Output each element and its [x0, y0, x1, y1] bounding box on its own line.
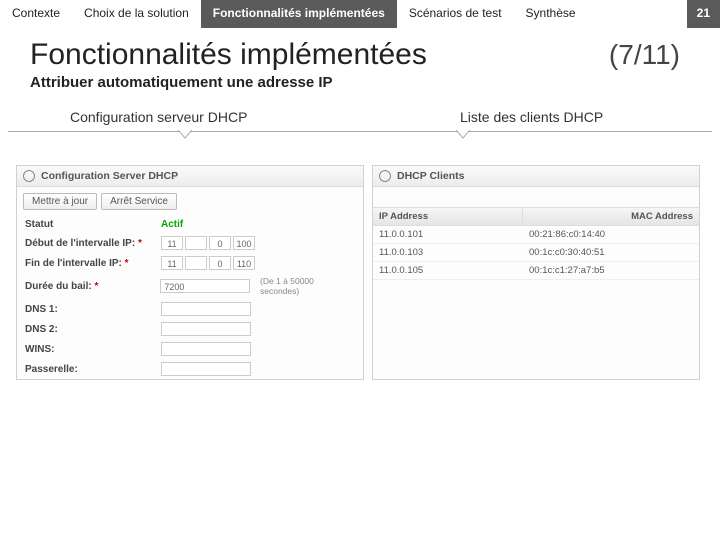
gateway-input[interactable]	[161, 362, 251, 376]
tab-contexte[interactable]: Contexte	[0, 0, 72, 28]
gear-icon	[23, 170, 35, 182]
status-value: Actif	[161, 219, 183, 230]
page-title: Fonctionnalités implémentées	[30, 38, 427, 72]
ip-start-input[interactable]: 110100	[161, 236, 255, 250]
table-row: 11.0.0.101 00:21:86:c0:14:40	[373, 226, 699, 244]
status-label: Statut	[25, 219, 155, 230]
lease-label: Durée du bail: *	[25, 281, 154, 292]
dhcp-clients-panel: DHCP Clients IP Address MAC Address 11.0…	[372, 165, 700, 380]
page-subtitle: Attribuer automatiquement une adresse IP	[0, 72, 720, 109]
subhead-left: Configuration serveur DHCP	[30, 109, 390, 125]
list-icon	[379, 170, 391, 182]
table-row: 11.0.0.105 00:1c:c1:27:a7:b5	[373, 262, 699, 280]
subhead-right: Liste des clients DHCP	[390, 109, 690, 125]
top-nav: Contexte Choix de la solution Fonctionna…	[0, 0, 720, 28]
col-mac: MAC Address	[523, 208, 699, 225]
dns1-input[interactable]	[161, 302, 251, 316]
dns1-label: DNS 1:	[25, 304, 155, 315]
range-end-label: Fin de l'intervalle IP: *	[25, 258, 155, 269]
divider-line	[8, 131, 712, 147]
tab-scenarios[interactable]: Scénarios de test	[397, 0, 514, 28]
wins-input[interactable]	[161, 342, 251, 356]
dhcp-config-panel: Configuration Server DHCP Mettre à jour …	[16, 165, 364, 380]
lease-hint: (De 1 à 50000 secondes)	[260, 276, 355, 296]
notch-left	[178, 130, 192, 140]
gateway-label: Passerelle:	[25, 364, 155, 375]
notch-right	[456, 130, 470, 140]
tab-synthese[interactable]: Synthèse	[514, 0, 588, 28]
table-row: 11.0.0.103 00:1c:c0:30:40:51	[373, 244, 699, 262]
stop-service-button[interactable]: Arrêt Service	[101, 193, 177, 210]
tab-fonctionnalites[interactable]: Fonctionnalités implémentées	[201, 0, 397, 28]
page-number: 21	[687, 0, 720, 28]
ip-end-input[interactable]: 110110	[161, 256, 255, 270]
panel-heading-right: DHCP Clients	[397, 170, 465, 182]
dns2-label: DNS 2:	[25, 324, 155, 335]
range-start-label: Début de l'intervalle IP: *	[25, 238, 155, 249]
lease-input[interactable]: 7200	[160, 279, 250, 293]
update-button[interactable]: Mettre à jour	[23, 193, 97, 210]
wins-label: WINS:	[25, 344, 155, 355]
tab-choix[interactable]: Choix de la solution	[72, 0, 201, 28]
dns2-input[interactable]	[161, 322, 251, 336]
col-ip: IP Address	[373, 208, 523, 225]
slide-counter: (7/11)	[609, 39, 690, 71]
panel-heading-left: Configuration Server DHCP	[41, 170, 178, 182]
